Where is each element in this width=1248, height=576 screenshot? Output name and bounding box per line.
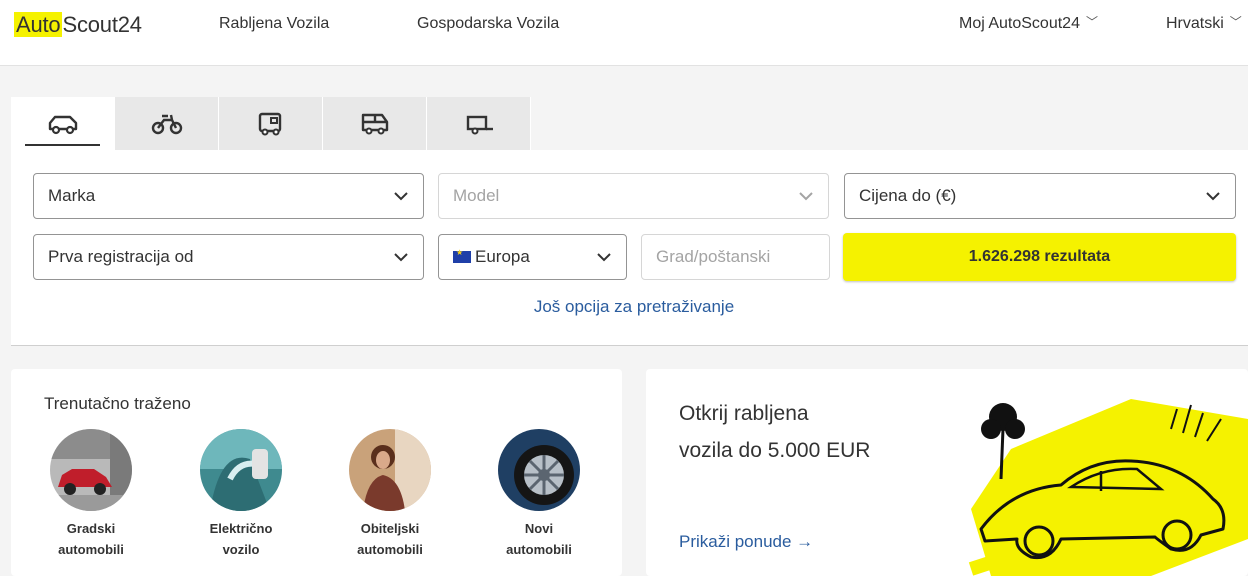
category-label: Električno vozilo — [209, 521, 273, 557]
chevron-down-icon: ﹀ — [1229, 15, 1242, 29]
tab-car[interactable] — [11, 97, 115, 150]
new-car-image — [498, 429, 580, 511]
price-select[interactable]: Cijena do (€) — [844, 173, 1236, 219]
category-label: Novi automobili — [506, 521, 572, 557]
family-car-image — [349, 429, 431, 511]
country-select-value: Europa — [475, 247, 530, 266]
promo-card[interactable]: Otkrij rabljena vozila do 5.000 EUR Prika… — [646, 369, 1248, 576]
my-account-label: Moj AutoScout24 — [959, 15, 1080, 32]
chevron-down-icon — [394, 253, 408, 262]
zip-city-placeholder: Grad/poštanski — [656, 247, 771, 266]
tab-trailer[interactable] — [427, 97, 531, 150]
category-new-cars[interactable]: Novi automobili — [479, 429, 599, 560]
tab-van[interactable] — [323, 97, 427, 150]
price-select-value: Cijena do (€) — [859, 186, 957, 205]
electric-vehicle-image — [200, 429, 282, 511]
make-select-value: Marka — [48, 186, 96, 205]
city-car-image — [50, 429, 132, 511]
make-select[interactable]: Marka — [33, 173, 424, 219]
nav-commercial-vehicles[interactable]: Gospodarska Vozila — [417, 15, 559, 33]
category-label: Obiteljski automobili — [357, 521, 423, 557]
eu-flag-icon — [453, 248, 471, 263]
category-city-cars[interactable]: Gradski automobili — [31, 429, 151, 560]
tab-motorbike[interactable] — [115, 97, 219, 150]
category-electric-vehicle[interactable]: Električno vozilo — [181, 429, 301, 560]
language-label: Hrvatski — [1166, 15, 1224, 32]
tab-camper[interactable] — [219, 97, 323, 150]
chevron-down-icon: ﹀ — [1085, 15, 1098, 29]
chevron-down-icon — [1206, 192, 1220, 201]
promo-title: Otkrij rabljena vozila do 5.000 EUR — [679, 402, 871, 462]
autoscout24-logo[interactable]: AutoScout24 — [14, 12, 142, 38]
logo-scout-text: Scout24 — [62, 12, 142, 37]
van-icon — [361, 113, 388, 134]
language-menu[interactable]: Hrvatski ﹀ — [1166, 15, 1242, 33]
car-icon — [48, 115, 77, 134]
first-registration-value: Prva registracija od — [48, 247, 194, 266]
zip-city-input[interactable]: Grad/poštanski — [641, 234, 830, 280]
top-header: AutoScout24 Rabljena Vozila Gospodarska … — [0, 0, 1248, 66]
chevron-down-icon — [597, 253, 611, 262]
camper-icon — [258, 112, 281, 135]
more-search-options-label[interactable]: Još opcija za pretraživanje — [534, 297, 734, 316]
more-search-options-link: Još opcija za pretraživanje — [0, 297, 1248, 317]
chevron-down-icon — [394, 192, 408, 201]
model-select-value: Model — [453, 186, 500, 205]
my-account-menu[interactable]: Moj AutoScout24 ﹀ — [959, 15, 1098, 33]
vehicle-type-tabs — [11, 97, 531, 150]
model-select[interactable]: Model — [438, 173, 829, 219]
show-offers-link[interactable]: Prikaži ponude → — [679, 532, 813, 552]
chevron-down-icon — [799, 192, 813, 201]
promo-car-illustration — [968, 399, 1248, 576]
recent-searches-card: Trenutačno traženo Gradski automobili Ele… — [11, 369, 622, 576]
category-label: Gradski automobili — [58, 521, 124, 557]
recent-searches-title: Trenutačno traženo — [44, 394, 191, 413]
trailer-icon — [466, 115, 493, 134]
category-family-cars[interactable]: Obiteljski automobili — [330, 429, 450, 560]
motorbike-icon — [151, 114, 182, 134]
nav-used-vehicles[interactable]: Rabljena Vozila — [219, 15, 329, 33]
show-results-button[interactable]: 1.626.298 rezultata — [843, 233, 1236, 281]
country-select[interactable]: Europa — [438, 234, 627, 280]
logo-auto-text: Auto — [14, 12, 63, 37]
first-registration-select[interactable]: Prva registracija od — [33, 234, 424, 280]
